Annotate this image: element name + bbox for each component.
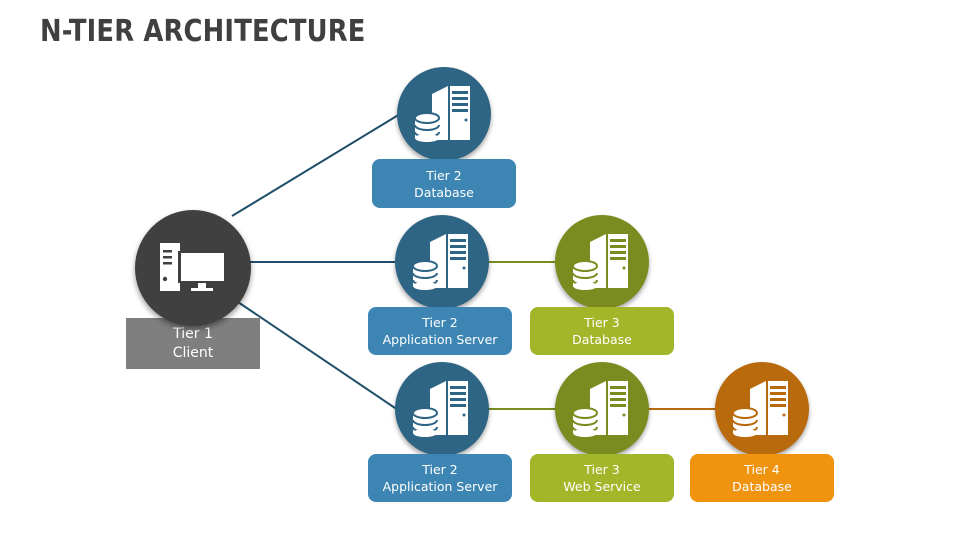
server-database-icon <box>572 381 628 437</box>
tier-number: Tier 2 <box>426 167 462 183</box>
tier2-database-node <box>397 67 491 161</box>
tier3-database-label: Tier 3 Database <box>530 307 674 355</box>
tier4-database-node <box>715 362 809 456</box>
tier-number: Tier 2 <box>422 315 458 330</box>
tier-number: Tier 1 <box>173 325 213 342</box>
server-database-icon <box>414 86 470 142</box>
server-database-icon <box>572 234 628 290</box>
tier-number: Tier 4 <box>744 462 780 477</box>
tier-name: Database <box>732 479 792 494</box>
tier3-web-service-node <box>555 362 649 456</box>
tier-name: Application Server <box>382 332 498 347</box>
tier3-database-node <box>555 215 649 309</box>
tier-number: Tier 3 <box>584 462 620 477</box>
tier-name: Application Server <box>382 479 498 494</box>
tier2-application-server-node <box>395 362 489 456</box>
tier-name: Client <box>172 344 214 361</box>
tier2-application-server-label: Tier 2 Application Server <box>368 454 512 502</box>
tier2-application-server-node <box>395 215 489 309</box>
server-database-icon <box>412 234 468 290</box>
tier-name: Database <box>414 184 474 200</box>
tier1-client-node <box>135 210 251 326</box>
tier-name: Database <box>572 332 632 347</box>
tier-name: Web Service <box>563 479 641 494</box>
tier-number: Tier 2 <box>422 462 458 477</box>
tier2-database-label: Tier 2 Database <box>372 159 516 208</box>
tier3-web-service-label: Tier 3 Web Service <box>530 454 674 502</box>
tier4-database-label: Tier 4 Database <box>690 454 834 502</box>
server-database-icon <box>412 381 468 437</box>
tier-number: Tier 3 <box>584 315 620 330</box>
tier2-application-server-label: Tier 2 Application Server <box>368 307 512 355</box>
desktop-computer-icon <box>160 243 224 291</box>
server-database-icon <box>732 381 788 437</box>
